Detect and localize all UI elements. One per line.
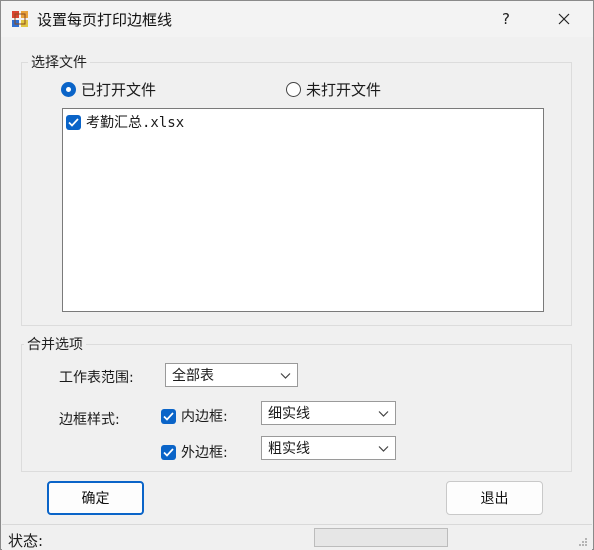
chevron-down-icon [280,373,291,379]
file-list[interactable]: 考勤汇总.xlsx [62,108,544,312]
sheet-range-value: 全部表 [172,368,214,384]
outer-border-option[interactable]: 外边框: [161,442,228,462]
radio-opened-label: 已打开文件 [81,81,157,99]
file-extension: .xlsx [142,115,185,131]
radio-unopened-indicator[interactable] [286,82,301,97]
status-bar: 状态: [2,524,592,550]
list-item[interactable]: 考勤汇总.xlsx [66,112,184,132]
file-checkbox[interactable] [66,114,81,130]
app-icon [12,11,28,27]
progress-bar [314,528,448,547]
sheet-range-dropdown[interactable]: 全部表 [165,363,298,387]
title-bar[interactable]: 设置每页打印边框线 ? [1,1,593,37]
outer-border-label: 外边框: [181,445,228,461]
outer-border-dropdown[interactable]: 粗实线 [261,436,396,460]
file-name: 考勤汇总 [86,115,142,131]
checkmark-icon [163,411,174,421]
ok-button[interactable]: 确定 [47,481,144,515]
help-button[interactable]: ? [483,1,529,37]
inner-border-option[interactable]: 内边框: [161,406,228,426]
outer-border-checkbox[interactable] [161,444,176,460]
inner-border-label: 内边框: [181,409,228,425]
radio-unopened-files[interactable]: 未打开文件 [286,79,381,100]
checkmark-icon [163,447,174,457]
border-style-label: 边框样式: [59,412,120,428]
file-select-group-title: 选择文件 [28,52,90,72]
inner-border-checkbox[interactable] [161,408,176,424]
dialog-window: 设置每页打印边框线 ? 选择文件 已打开文件 未打开文件 考勤汇总.xlsx 合… [0,0,594,550]
resize-grip-icon[interactable] [578,537,588,547]
radio-opened-files[interactable]: 已打开文件 [61,79,156,100]
inner-border-value: 细实线 [268,406,310,422]
radio-unopened-label: 未打开文件 [306,81,382,99]
chevron-down-icon [378,446,389,452]
status-label: 状态: [8,532,44,550]
exit-button[interactable]: 退出 [446,481,543,515]
radio-opened-indicator[interactable] [61,82,76,97]
merge-options-group-title: 合并选项 [24,334,86,354]
sheet-range-label: 工作表范围: [59,370,134,386]
chevron-down-icon [378,411,389,417]
outer-border-value: 粗实线 [268,441,310,457]
close-button[interactable] [541,1,587,37]
inner-border-dropdown[interactable]: 细实线 [261,401,396,425]
close-icon [558,13,570,25]
checkmark-icon [68,117,79,127]
window-title: 设置每页打印边框线 [37,11,173,29]
